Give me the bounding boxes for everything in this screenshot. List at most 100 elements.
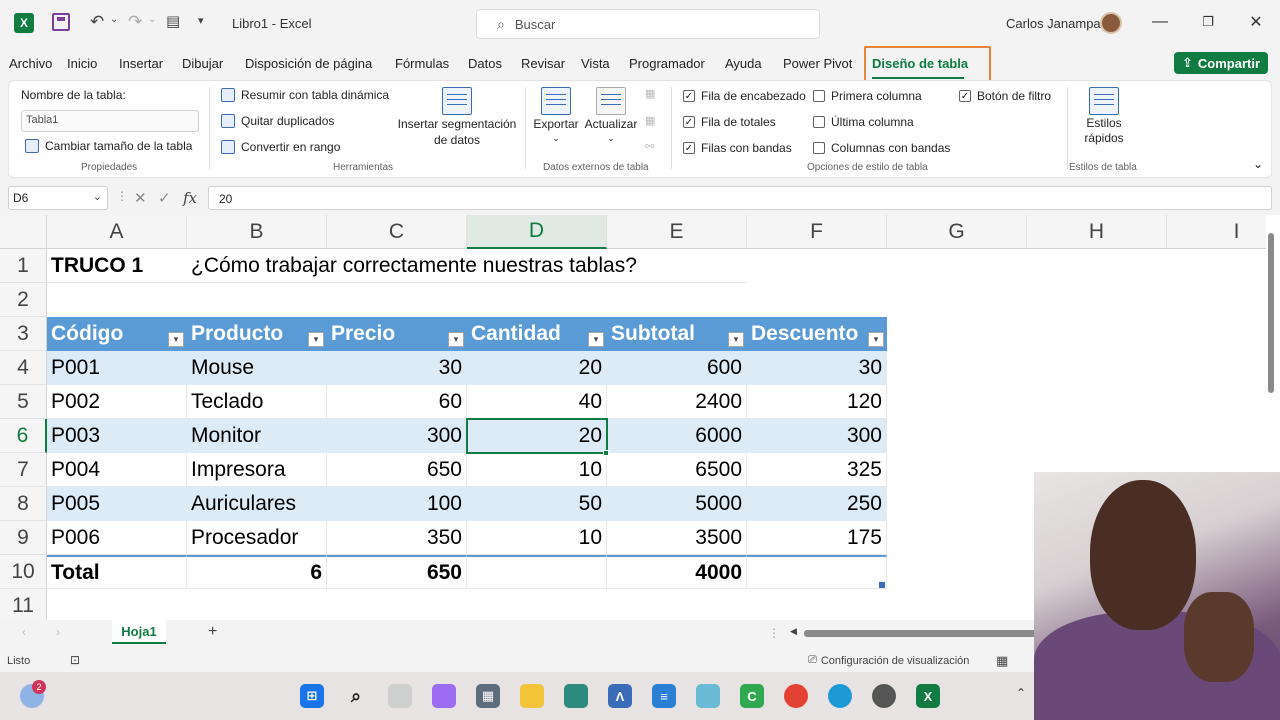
start-icon[interactable]: ⊞: [300, 684, 324, 708]
resize-table-button[interactable]: Cambiar tamaño de la tabla: [25, 139, 192, 153]
total-cell[interactable]: 6: [187, 555, 327, 589]
minimize-icon[interactable]: —: [1150, 12, 1170, 32]
table-name-input[interactable]: Tabla1: [21, 110, 199, 132]
collapse-ribbon-icon[interactable]: ⌄: [1253, 157, 1263, 171]
tab-datos[interactable]: Datos: [468, 56, 502, 71]
accessibility-icon[interactable]: ⊡: [70, 653, 80, 667]
table-cell[interactable]: 6000: [607, 419, 747, 453]
first-column-checkbox[interactable]: Primera columna: [813, 89, 922, 103]
title-cell[interactable]: TRUCO 1: [47, 249, 187, 283]
table-cell[interactable]: 175: [747, 521, 887, 555]
table-cell[interactable]: 600: [607, 351, 747, 385]
table-cell[interactable]: 325: [747, 453, 887, 487]
next-sheet-icon[interactable]: ›: [56, 625, 60, 639]
row-header[interactable]: 3: [0, 317, 47, 351]
chevron-up-icon[interactable]: ⌃: [1016, 686, 1026, 700]
copilot-icon[interactable]: [432, 684, 456, 708]
normal-view-icon[interactable]: ▦: [996, 653, 1008, 669]
app-icon[interactable]: Λ: [608, 684, 632, 708]
table-cell[interactable]: P006: [47, 521, 187, 555]
undo-dropdown-icon[interactable]: ⌄: [110, 14, 118, 25]
open-browser-icon[interactable]: ▦: [645, 114, 655, 127]
table-cell[interactable]: 350: [327, 521, 467, 555]
tab-ayuda[interactable]: Ayuda: [725, 56, 762, 71]
filter-dropdown-icon[interactable]: ▾: [588, 332, 604, 347]
column-header[interactable]: E: [607, 215, 747, 249]
filter-dropdown-icon[interactable]: ▾: [448, 332, 464, 347]
table-cell[interactable]: 2400: [607, 385, 747, 419]
table-cell[interactable]: Mouse: [187, 351, 327, 385]
table-cell[interactable]: Impresora: [187, 453, 327, 487]
table-cell[interactable]: 250: [747, 487, 887, 521]
tab-power-pivot[interactable]: Power Pivot: [783, 56, 852, 71]
horizontal-scrollbar[interactable]: [804, 630, 1044, 637]
prev-sheet-icon[interactable]: ‹: [22, 625, 26, 639]
insert-slicer-button[interactable]: Insertar segmentación de datos: [395, 87, 519, 147]
table-cell[interactable]: 30: [327, 351, 467, 385]
filter-button-checkbox[interactable]: ✓ Botón de filtro: [959, 89, 1051, 103]
confirm-icon[interactable]: ✓: [158, 189, 171, 207]
scroll-left-icon[interactable]: ◀: [790, 626, 797, 637]
filter-dropdown-icon[interactable]: ▾: [308, 332, 324, 347]
restore-icon[interactable]: ❐: [1198, 12, 1218, 32]
column-header-selected[interactable]: D: [467, 215, 607, 249]
display-settings-button[interactable]: ⎚ Configuración de visualización: [808, 654, 969, 667]
subtitle-cell[interactable]: ¿Cómo trabajar correctamente nuestras ta…: [187, 249, 747, 283]
filter-dropdown-icon[interactable]: ▾: [168, 332, 184, 347]
avatar[interactable]: [1100, 12, 1122, 34]
close-icon[interactable]: ✕: [1246, 12, 1266, 32]
name-box[interactable]: D6 ⌄: [8, 186, 108, 210]
total-cell[interactable]: [467, 555, 607, 589]
tab-revisar[interactable]: Revisar: [521, 56, 565, 71]
more-options-icon[interactable]: ⋮: [768, 626, 780, 640]
total-row-checkbox[interactable]: ✓ Fila de totales: [683, 115, 776, 129]
save-icon[interactable]: [52, 13, 70, 31]
table-cell[interactable]: 300: [747, 419, 887, 453]
banded-columns-checkbox[interactable]: Columnas con bandas: [813, 141, 950, 155]
table-cell[interactable]: 60: [327, 385, 467, 419]
tab-disposicion[interactable]: Disposición de página: [245, 56, 372, 71]
function-icon[interactable]: fx: [183, 189, 197, 207]
column-header[interactable]: I: [1167, 215, 1266, 249]
table-cell[interactable]: P001: [47, 351, 187, 385]
table-cell[interactable]: 300: [327, 419, 467, 453]
row-header[interactable]: 5: [0, 385, 47, 419]
chrome-icon[interactable]: [784, 684, 808, 708]
chevron-down-icon[interactable]: ⌄: [93, 190, 102, 203]
row-header[interactable]: 11: [0, 589, 47, 620]
more-options-icon[interactable]: ⋮: [116, 189, 128, 203]
obs-icon[interactable]: [872, 684, 896, 708]
row-header[interactable]: 4: [0, 351, 47, 385]
table-header-cell[interactable]: Descuento ▾: [747, 317, 887, 351]
filter-dropdown-icon[interactable]: ▾: [728, 332, 744, 347]
table-header-cell[interactable]: Producto ▾: [187, 317, 327, 351]
add-sheet-icon[interactable]: +: [208, 623, 217, 641]
active-cell[interactable]: 20: [467, 419, 607, 453]
redo-dropdown-icon[interactable]: ⌄: [148, 14, 156, 25]
tab-formulas[interactable]: Fórmulas: [395, 56, 449, 71]
table-cell[interactable]: P003: [47, 419, 187, 453]
share-button[interactable]: ⇪ Compartir: [1174, 52, 1268, 74]
table-cell[interactable]: 10: [467, 453, 607, 487]
table-cell[interactable]: Teclado: [187, 385, 327, 419]
table-header-cell[interactable]: Precio ▾: [327, 317, 467, 351]
camtasia-icon[interactable]: C: [740, 684, 764, 708]
paint-icon[interactable]: [696, 684, 720, 708]
table-cell[interactable]: Procesador: [187, 521, 327, 555]
table-cell[interactable]: 20: [467, 351, 607, 385]
row-header[interactable]: 2: [0, 283, 47, 317]
excel-taskbar-icon[interactable]: X: [916, 684, 940, 708]
tab-programador[interactable]: Programador: [629, 56, 705, 71]
quick-styles-button[interactable]: Estilos rápidos: [1075, 87, 1133, 145]
file-explorer-icon[interactable]: [520, 684, 544, 708]
total-cell[interactable]: 4000: [607, 555, 747, 589]
table-cell[interactable]: 3500: [607, 521, 747, 555]
table-cell[interactable]: 30: [747, 351, 887, 385]
search-box[interactable]: ⌕ Buscar: [476, 9, 820, 39]
last-column-checkbox[interactable]: Última columna: [813, 115, 914, 129]
table-cell[interactable]: P002: [47, 385, 187, 419]
redo-icon[interactable]: ↷: [128, 12, 142, 32]
notepad-icon[interactable]: ≡: [652, 684, 676, 708]
table-cell[interactable]: 6500: [607, 453, 747, 487]
customize-toolbar-icon[interactable]: ▾: [198, 14, 204, 27]
